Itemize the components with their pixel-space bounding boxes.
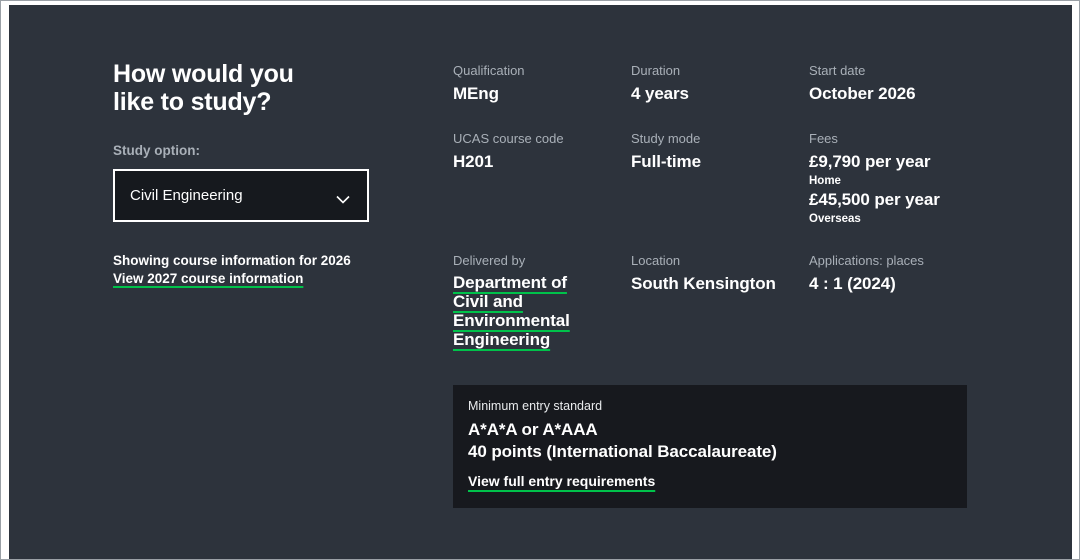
- study-option-select[interactable]: Civil Engineering: [113, 169, 369, 222]
- ib-requirement: 40 points (International Baccalaureate): [468, 442, 777, 462]
- a-level-requirement: A*A*A or A*AAA: [468, 419, 598, 439]
- view-entry-requirements-link[interactable]: View full entry requirements: [468, 473, 655, 489]
- location-cell: Location South Kensington: [631, 253, 809, 350]
- minimum-entry-standard-box: Minimum entry standard A*A*A or A*AAA 40…: [453, 385, 967, 508]
- delivered-by-cell: Delivered by Department of Civil and Env…: [453, 253, 631, 350]
- duration-value: 4 years: [631, 83, 689, 103]
- delivered-by-label: Delivered by: [453, 253, 526, 269]
- view-2027-course-info-link[interactable]: View 2027 course information: [113, 271, 303, 286]
- fees-home-note: Home: [809, 174, 841, 187]
- chevron-down-icon: [336, 191, 350, 204]
- qualification-value: MEng: [453, 83, 499, 103]
- course-details-grid: Qualification MEng Duration 4 years Star…: [453, 63, 1019, 350]
- study-mode-label: Study mode: [631, 130, 701, 146]
- applications-cell: Applications: places 4 : 1 (2024): [809, 253, 1019, 350]
- duration-label: Duration: [631, 63, 681, 78]
- course-info-panel: How would you like to study? Study optio…: [9, 5, 1072, 559]
- start-date-label: Start date: [809, 63, 866, 78]
- page-title: How would you like to study?: [113, 60, 294, 116]
- ucas-code-label: UCAS course code: [453, 130, 564, 146]
- study-option-label: Study option:: [113, 143, 200, 158]
- location-label: Location: [631, 253, 681, 269]
- qualification-label: Qualification: [453, 63, 525, 78]
- qualification-cell: Qualification MEng: [453, 63, 631, 105]
- department-link[interactable]: Department of Civil and Environmental En…: [453, 273, 595, 349]
- showing-course-info-text: Showing course information for 2026: [113, 253, 351, 268]
- ucas-code-cell: UCAS course code H201: [453, 131, 631, 227]
- fees-label: Fees: [809, 130, 838, 146]
- fees-cell: Fees £9,790 per year Home £45,500 per ye…: [809, 131, 1019, 227]
- entry-standard-label: Minimum entry standard: [468, 399, 603, 413]
- location-value: South Kensington: [631, 274, 776, 294]
- study-option-selected-value: Civil Engineering: [130, 187, 243, 204]
- fees-overseas-value: £45,500 per year: [809, 190, 940, 210]
- study-selector-section: How would you like to study? Study optio…: [113, 60, 413, 288]
- start-date-value: October 2026: [809, 83, 916, 103]
- page: How would you like to study? Study optio…: [0, 0, 1080, 560]
- study-mode-cell: Study mode Full-time: [631, 131, 809, 227]
- fees-overseas-note: Overseas: [809, 213, 861, 226]
- study-mode-value: Full-time: [631, 151, 701, 171]
- start-date-cell: Start date October 2026: [809, 63, 1019, 105]
- applications-value: 4 : 1 (2024): [809, 274, 896, 294]
- ucas-code-value: H201: [453, 151, 494, 171]
- duration-cell: Duration 4 years: [631, 63, 809, 105]
- fees-home-value: £9,790 per year: [809, 151, 931, 171]
- applications-label: Applications: places: [809, 253, 924, 269]
